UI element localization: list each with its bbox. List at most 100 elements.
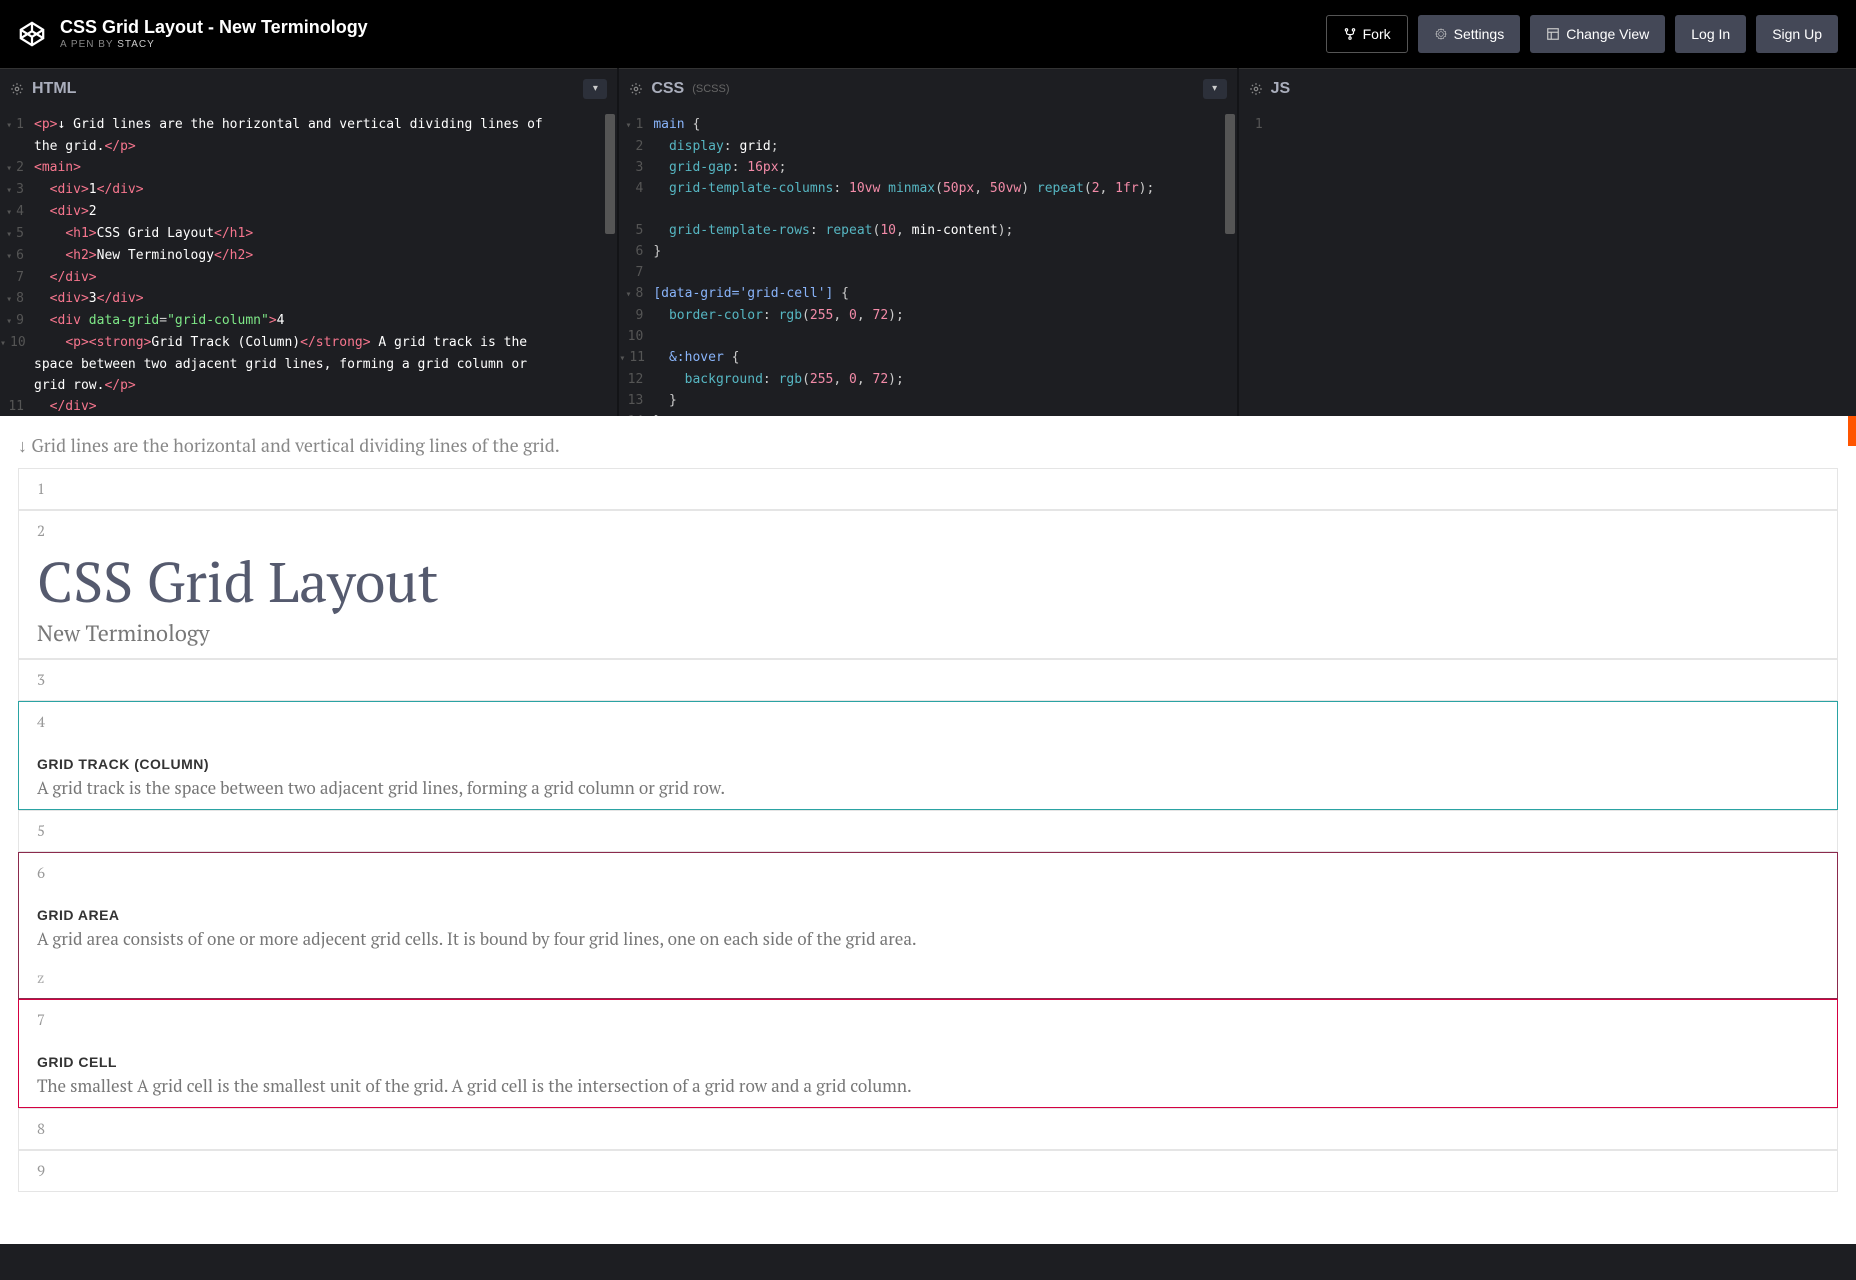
code-content[interactable]: space between two adjacent grid lines, f…: [34, 354, 617, 375]
code-line[interactable]: 2 display: grid;: [619, 136, 1236, 157]
code-line[interactable]: 12 background: rgb(255, 0, 72);: [619, 369, 1236, 390]
code-content[interactable]: }: [653, 241, 1236, 262]
code-content[interactable]: &:hover {: [653, 347, 1236, 369]
code-content[interactable]: <p><strong>Grid Track (Column)</strong> …: [34, 332, 617, 354]
gutter: ▾5: [0, 223, 34, 245]
code-content[interactable]: grid-template-columns: 10vw minmax(50px,…: [653, 178, 1236, 199]
code-content[interactable]: grid-template-rows: repeat(10, min-conte…: [653, 220, 1236, 241]
preview-edge-indicator: [1848, 416, 1856, 446]
js-editor[interactable]: 1: [1239, 108, 1856, 416]
css-pane-subtitle: (SCSS): [692, 83, 729, 95]
code-content[interactable]: the grid.</p>: [34, 136, 617, 157]
gutter: ▾2: [0, 157, 34, 179]
codepen-logo-icon[interactable]: [18, 20, 46, 48]
code-line[interactable]: the grid.</p>: [0, 136, 617, 157]
settings-button[interactable]: Settings: [1418, 15, 1521, 53]
code-content[interactable]: <div>2: [34, 201, 617, 223]
code-content[interactable]: [1273, 114, 1856, 135]
gutter: ▾10: [0, 332, 34, 354]
code-content[interactable]: [data-grid='grid-cell'] {: [653, 283, 1236, 305]
grid-cell-highlight: 7 GRID CELL The smallest A grid cell is …: [18, 999, 1838, 1108]
gutter: [0, 375, 34, 396]
code-line[interactable]: ▾3 <div>1</div>: [0, 179, 617, 201]
scrollbar-thumb[interactable]: [1225, 114, 1235, 234]
gutter: ▾1: [0, 114, 34, 136]
gear-icon[interactable]: [10, 82, 24, 96]
code-content[interactable]: </div>: [34, 267, 617, 288]
area-desc: A grid area consists of one or more adje…: [37, 927, 1819, 950]
code-line[interactable]: [619, 199, 1236, 220]
code-line[interactable]: 7: [619, 262, 1236, 283]
code-line[interactable]: 13 }: [619, 390, 1236, 411]
cell-number: 9: [37, 1161, 1819, 1181]
gutter: 6: [619, 241, 653, 262]
css-pane-menu-button[interactable]: ▾: [1203, 79, 1227, 99]
gutter: ▾11: [619, 347, 653, 369]
js-pane-title: JS: [1271, 80, 1291, 98]
code-line[interactable]: space between two adjacent grid lines, f…: [0, 354, 617, 375]
author-link[interactable]: Stacy: [117, 39, 155, 50]
code-line[interactable]: ▾8 <div>3</div>: [0, 288, 617, 310]
code-content[interactable]: grid-gap: 16px;: [653, 157, 1236, 178]
code-line[interactable]: 11 </div>: [0, 396, 617, 416]
code-content[interactable]: </div>: [34, 396, 617, 416]
code-line[interactable]: ▾5 <h1>CSS Grid Layout</h1>: [0, 223, 617, 245]
code-line[interactable]: ▾1main {: [619, 114, 1236, 136]
preview-pane[interactable]: ↓ Grid lines are the horizontal and vert…: [0, 416, 1856, 1244]
code-content[interactable]: [653, 199, 1236, 220]
signup-button[interactable]: Sign Up: [1756, 15, 1838, 53]
scrollbar-thumb[interactable]: [605, 114, 615, 234]
code-line[interactable]: 7 </div>: [0, 267, 617, 288]
code-content[interactable]: <h1>CSS Grid Layout</h1>: [34, 223, 617, 245]
pen-title[interactable]: CSS Grid Layout - New Terminology: [60, 17, 368, 39]
code-line[interactable]: 3 grid-gap: 16px;: [619, 157, 1236, 178]
code-line[interactable]: 1: [1239, 114, 1856, 135]
code-content[interactable]: border-color: rgb(255, 0, 72);: [653, 305, 1236, 326]
code-content[interactable]: <div>3</div>: [34, 288, 617, 310]
code-line[interactable]: 9 border-color: rgb(255, 0, 72);: [619, 305, 1236, 326]
gear-icon[interactable]: [1249, 82, 1263, 96]
preview-h2: New Terminology: [37, 619, 1819, 648]
code-line[interactable]: ▾6 <h2>New Terminology</h2>: [0, 245, 617, 267]
cell-label: GRID CELL: [37, 1054, 1819, 1070]
code-line[interactable]: ▾4 <div>2: [0, 201, 617, 223]
code-content[interactable]: <p>↓ Grid lines are the horizontal and v…: [34, 114, 617, 136]
code-content[interactable]: grid row.</p>: [34, 375, 617, 396]
change-view-label: Change View: [1566, 26, 1649, 42]
code-line[interactable]: ▾8[data-grid='grid-cell'] {: [619, 283, 1236, 305]
code-line[interactable]: ▾11 &:hover {: [619, 347, 1236, 369]
code-line[interactable]: ▾10 <p><strong>Grid Track (Column)</stro…: [0, 332, 617, 354]
preview-h1: CSS Grid Layout: [37, 545, 1819, 619]
code-line[interactable]: ▾9 <div data-grid="grid-column">4: [0, 310, 617, 332]
code-content[interactable]: }: [653, 390, 1236, 411]
code-content[interactable]: [653, 262, 1236, 283]
html-editor[interactable]: ▾1<p>↓ Grid lines are the horizontal and…: [0, 108, 617, 416]
code-content[interactable]: display: grid;: [653, 136, 1236, 157]
code-content[interactable]: background: rgb(255, 0, 72);: [653, 369, 1236, 390]
change-view-button[interactable]: Change View: [1530, 15, 1665, 53]
code-line[interactable]: ▾1<p>↓ Grid lines are the horizontal and…: [0, 114, 617, 136]
css-editor[interactable]: ▾1main {2 display: grid;3 grid-gap: 16px…: [619, 108, 1236, 416]
fork-label: Fork: [1363, 26, 1391, 42]
code-content[interactable]: main {: [653, 114, 1236, 136]
gear-icon[interactable]: [629, 82, 643, 96]
code-line[interactable]: 5 grid-template-rows: repeat(10, min-con…: [619, 220, 1236, 241]
gutter: 12: [619, 369, 653, 390]
code-content[interactable]: <div>1</div>: [34, 179, 617, 201]
code-content[interactable]: <h2>New Terminology</h2>: [34, 245, 617, 267]
code-content[interactable]: <div data-grid="grid-column">4: [34, 310, 617, 332]
track-label: GRID TRACK (COLUMN): [37, 756, 1819, 772]
code-line[interactable]: 6}: [619, 241, 1236, 262]
login-button[interactable]: Log In: [1675, 15, 1746, 53]
header-actions: Fork Settings Change View Log In Sign Up: [1326, 15, 1838, 53]
fork-button[interactable]: Fork: [1326, 15, 1408, 53]
code-content[interactable]: <main>: [34, 157, 617, 179]
gutter: 7: [0, 267, 34, 288]
code-line[interactable]: 4 grid-template-columns: 10vw minmax(50p…: [619, 178, 1236, 199]
code-line[interactable]: ▾2<main>: [0, 157, 617, 179]
code-line[interactable]: grid row.</p>: [0, 375, 617, 396]
code-line[interactable]: 10: [619, 326, 1236, 347]
html-pane-menu-button[interactable]: ▾: [583, 79, 607, 99]
cell-number: 5: [37, 821, 1819, 841]
code-content[interactable]: [653, 326, 1236, 347]
